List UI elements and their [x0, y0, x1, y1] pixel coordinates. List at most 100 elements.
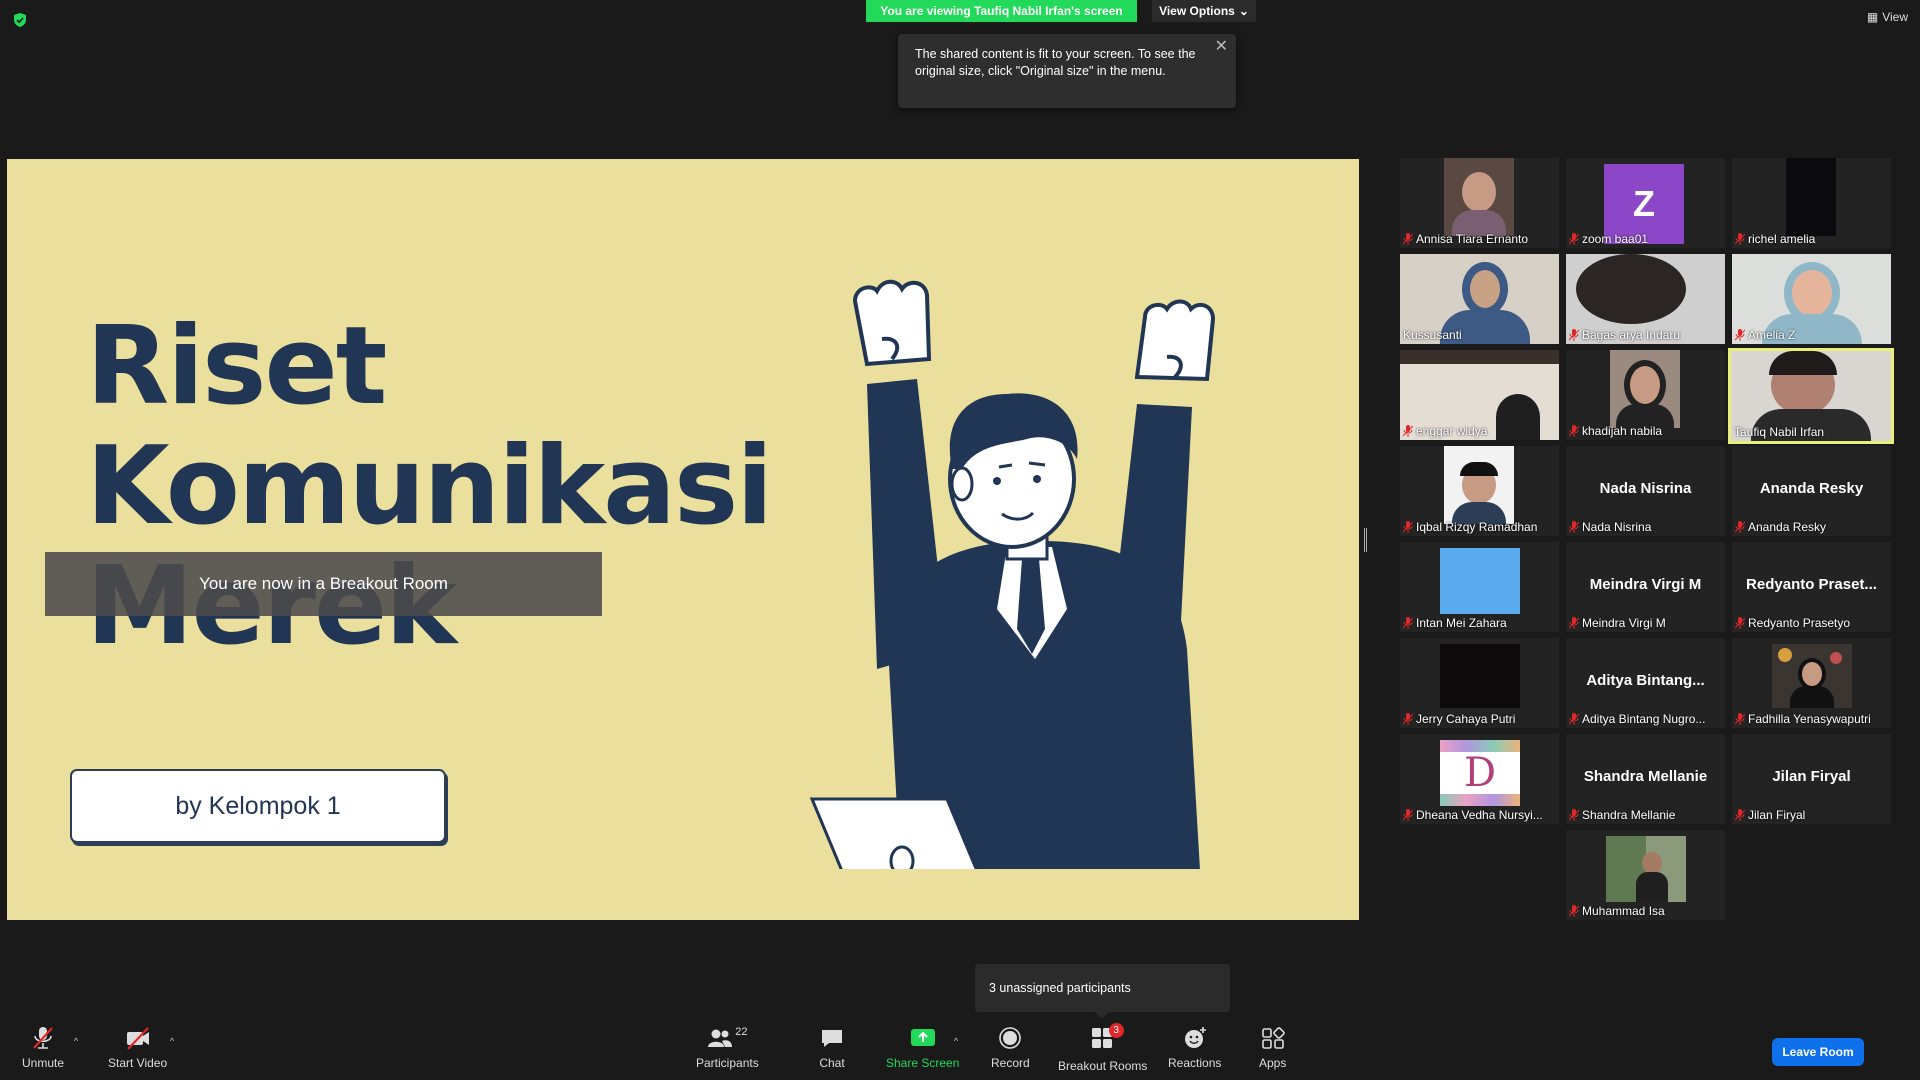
participant-name: Jerry Cahaya Putri — [1403, 712, 1515, 726]
breakout-room-notice: You are now in a Breakout Room — [45, 552, 602, 616]
participants-label: Participants — [696, 1056, 759, 1070]
participants-icon — [708, 1029, 733, 1047]
unassigned-participants-popup[interactable]: 3 unassigned participants — [975, 964, 1230, 1019]
participant-tile-zoom-baa01[interactable]: Z zoom baa01 — [1566, 158, 1725, 248]
view-options-button[interactable]: View Options ⌄ — [1152, 0, 1256, 22]
participant-tile-redyanto[interactable]: Redyanto Praset... Redyanto Prasetyo — [1732, 542, 1891, 632]
mic-muted-icon — [1735, 521, 1745, 533]
view-button[interactable]: ▦ View — [1867, 10, 1908, 24]
participant-display-name: Ananda Resky — [1759, 480, 1864, 497]
participant-tile-dheana[interactable]: D Dheana Vedha Nursyi... — [1400, 734, 1559, 824]
shared-screen-slide: Riset Komunikasi Merek You are now in a … — [7, 159, 1359, 920]
video-options-caret-icon[interactable]: ^ — [170, 1036, 174, 1046]
fit-to-screen-tooltip: The shared content is fit to your screen… — [898, 34, 1236, 108]
panel-resize-handle[interactable] — [1364, 528, 1367, 552]
record-icon — [999, 1027, 1022, 1049]
mic-muted-icon — [1403, 809, 1413, 821]
security-shield-icon[interactable] — [12, 12, 28, 28]
mic-muted-icon — [1735, 617, 1745, 629]
close-icon[interactable]: ✕ — [1215, 38, 1228, 55]
mic-muted-icon — [1403, 233, 1413, 245]
participant-tile-amelia[interactable]: Amelia Z — [1732, 254, 1891, 344]
participant-display-name: Redyanto Praset... — [1746, 576, 1877, 593]
share-options-caret-icon[interactable]: ^ — [954, 1036, 958, 1046]
meeting-toolbar: Unmute ^ Start Video ^ 22 Participants C… — [0, 1018, 1920, 1080]
participant-video — [1440, 644, 1520, 708]
view-label: View — [1882, 10, 1908, 24]
start-video-button[interactable]: Start Video — [108, 1026, 167, 1070]
participant-name: Intan Mei Zahara — [1403, 616, 1507, 630]
participant-display-name: Aditya Bintang... — [1586, 672, 1705, 689]
participant-video — [1606, 836, 1686, 902]
video-camera-off-icon — [126, 1027, 149, 1050]
participant-name: Iqbal Rizqy Ramadhan — [1403, 520, 1537, 534]
viewing-screen-banner: You are viewing Taufiq Nabil Irfan's scr… — [866, 0, 1137, 22]
participant-name: Kussusanti — [1403, 328, 1462, 342]
participant-tile-bagas[interactable]: Bagas arya Indaru — [1566, 254, 1725, 344]
unmute-label: Unmute — [22, 1056, 65, 1070]
participant-name: Muhammad Isa — [1569, 904, 1665, 918]
participant-tile-jerry[interactable]: Jerry Cahaya Putri — [1400, 638, 1559, 728]
participant-tile-taufiq-active-speaker[interactable]: Taufiq Nabil Irfan — [1728, 348, 1894, 444]
participant-tile-fadhilla[interactable]: Fadhilla Yenasywaputri — [1732, 638, 1891, 728]
participant-tile-jilan[interactable]: Jilan Firyal Jilan Firyal — [1732, 734, 1891, 824]
share-screen-icon — [910, 1029, 935, 1046]
participant-tile-intan[interactable]: Intan Mei Zahara — [1400, 542, 1559, 632]
record-label: Record — [991, 1056, 1030, 1070]
unmute-button[interactable]: Unmute — [22, 1026, 64, 1070]
participant-video — [1440, 548, 1520, 614]
breakout-rooms-label: Breakout Rooms — [1058, 1059, 1148, 1073]
leave-room-button[interactable]: Leave Room — [1772, 1038, 1864, 1066]
participant-name: Dheana Vedha Nursyi... — [1403, 808, 1543, 822]
apps-button[interactable]: Apps — [1259, 1026, 1286, 1070]
participant-name: khadijah nabila — [1569, 424, 1662, 438]
chat-label: Chat — [819, 1056, 845, 1070]
participant-video — [1772, 644, 1852, 708]
chat-bubble-icon — [822, 1030, 842, 1047]
participant-name: zoom baa01 — [1569, 232, 1648, 246]
share-screen-button[interactable]: Share Screen — [886, 1026, 959, 1070]
mic-muted-icon — [1569, 425, 1579, 437]
slide-byline-card: by Kelompok 1 — [70, 769, 446, 843]
share-screen-label: Share Screen — [886, 1056, 960, 1070]
celebrating-man-illustration — [809, 279, 1216, 869]
mic-muted-icon — [1403, 425, 1413, 437]
participant-tile-richel[interactable]: richel amelia — [1732, 158, 1891, 248]
participant-name: Jilan Firyal — [1735, 808, 1805, 822]
participant-tile-khadijah[interactable]: khadijah nabila — [1566, 350, 1725, 440]
participant-name: enggar widya — [1403, 424, 1487, 438]
participant-tile-muhammad-isa[interactable]: Muhammad Isa — [1566, 830, 1725, 920]
apps-icon — [1261, 1027, 1285, 1049]
breakout-rooms-badge: 3 — [1108, 1023, 1124, 1038]
participant-tile-nada[interactable]: Nada Nisrina Nada Nisrina — [1566, 446, 1725, 536]
audio-options-caret-icon[interactable]: ^ — [74, 1036, 78, 1046]
participant-tile-ananda[interactable]: Ananda Resky Ananda Resky — [1732, 446, 1891, 536]
slide-title-line-1: Riset — [86, 304, 387, 429]
participant-display-name: Jilan Firyal — [1772, 768, 1851, 785]
participant-tile-kussusanti[interactable]: Kussusanti — [1400, 254, 1559, 344]
participant-tile-iqbal[interactable]: Iqbal Rizqy Ramadhan — [1400, 446, 1559, 536]
mic-muted-icon — [1403, 617, 1413, 629]
participant-tile-enggar[interactable]: enggar widya — [1400, 350, 1559, 440]
participant-tile-meindra[interactable]: Meindra Virgi M Meindra Virgi M — [1566, 542, 1725, 632]
participant-name: Amelia Z — [1735, 328, 1795, 342]
participant-tile-shandra[interactable]: Shandra Mellanie Shandra Mellanie — [1566, 734, 1725, 824]
avatar-initial: D — [1463, 750, 1497, 796]
chat-button[interactable]: Chat — [819, 1026, 845, 1070]
participant-tile-aditya[interactable]: Aditya Bintang... Aditya Bintang Nugro..… — [1566, 638, 1725, 728]
participants-count: 22 — [735, 1026, 748, 1038]
slide-title-line-2: Komunikasi — [86, 424, 773, 549]
mic-muted-icon — [1569, 521, 1579, 533]
breakout-rooms-button[interactable]: 3 Breakout Rooms — [1058, 1023, 1148, 1073]
record-button[interactable]: Record — [991, 1026, 1030, 1070]
grid-icon: ▦ — [1866, 10, 1879, 24]
participant-display-name: Meindra Virgi M — [1589, 576, 1702, 593]
mic-muted-icon — [1735, 809, 1745, 821]
participant-name: Bagas arya Indaru — [1569, 328, 1680, 342]
participant-display-name: Shandra Mellanie — [1583, 768, 1708, 785]
mic-muted-icon — [1735, 329, 1745, 341]
reactions-button[interactable]: Reactions — [1168, 1026, 1221, 1070]
start-video-label: Start Video — [108, 1056, 168, 1070]
participant-tile-annisa[interactable]: Annisa Tiara Ernanto — [1400, 158, 1559, 248]
participants-button[interactable]: 22 Participants — [696, 1026, 759, 1070]
